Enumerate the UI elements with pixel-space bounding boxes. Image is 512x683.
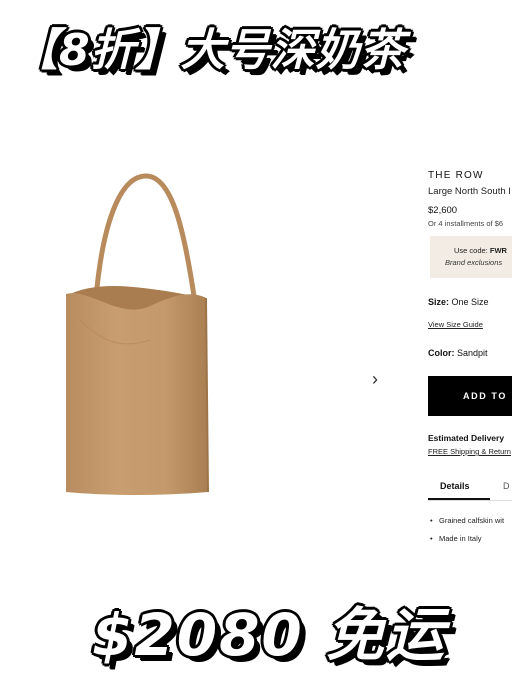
product-price: $2,600 [428,205,458,216]
promo-code-line: Use code: FWR [454,246,507,255]
tab-second[interactable]: D [503,481,510,491]
estimated-delivery[interactable]: Estimated Delivery [428,433,504,443]
promo-box: Use code: FWR Brand exclusions [430,236,512,278]
details-list: Grained calfskin wit Made in Italy [430,516,504,552]
product-image [60,170,220,500]
product-tabs: Details D [428,478,512,501]
promo-code: FWR [489,246,507,255]
shipping-returns-link[interactable]: FREE Shipping & Return [428,447,511,456]
promo-prefix: Use code: [454,246,488,255]
size-label: Size: [428,297,450,307]
color-label: Color: [428,348,455,358]
list-item: Grained calfskin wit [430,516,504,525]
installments-text: Or 4 installments of $6 [428,219,504,228]
chevron-right-icon[interactable]: › [372,370,378,388]
banner-bottom-text: $2080 免运 [92,601,446,669]
tab-details[interactable]: Details [440,481,470,491]
product-brand[interactable]: THE ROW [428,170,484,181]
promo-note: Brand exclusions [445,258,503,267]
bag-illustration [66,173,209,495]
list-item: Made in Italy [430,534,504,543]
banner-top-text: 【8折】大号深奶茶 [14,25,406,76]
size-value: One Size [451,297,489,307]
active-tab-indicator [428,498,490,500]
size-guide-link[interactable]: View Size Guide [428,320,483,329]
color-row: Color: Sandpit [428,348,488,358]
size-row: Size: One Size [428,297,489,307]
product-name: Large North South I [428,186,511,197]
color-value: Sandpit [457,348,488,358]
add-to-bag-button[interactable]: ADD TO [428,376,512,416]
